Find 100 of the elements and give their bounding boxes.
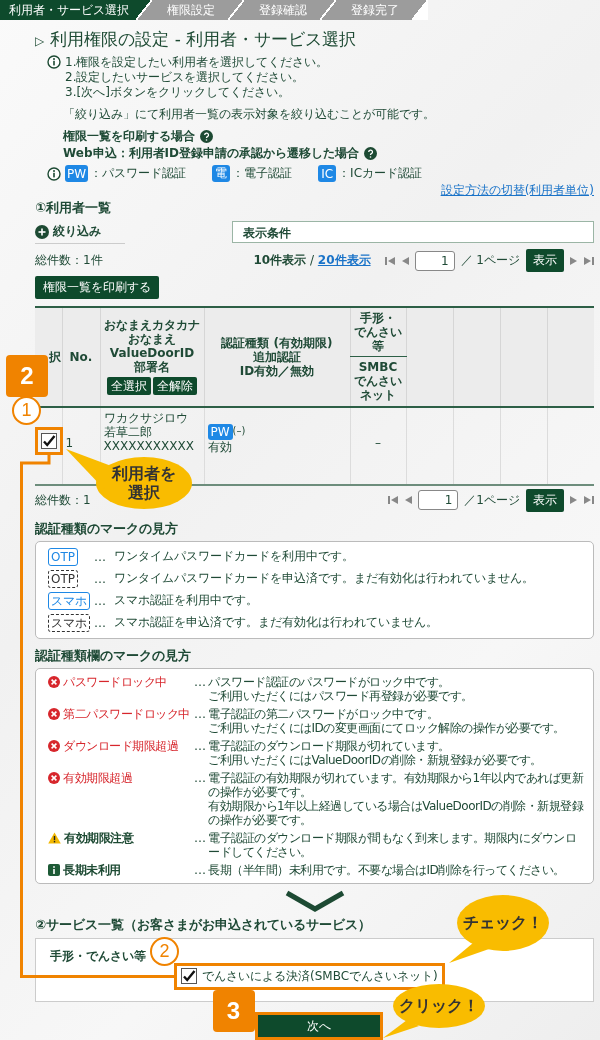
column-header: 等 — [371, 339, 385, 353]
ellipsis-text: … — [194, 706, 207, 721]
auth-label: ：パスワード認証 — [90, 165, 187, 182]
auth-label: ：ICカード認証 — [338, 165, 423, 182]
callout-text: クリック！ — [398, 996, 479, 1015]
status-label: 第二パスワードロック中 — [63, 706, 190, 721]
filter-button[interactable]: 絞り込み — [35, 220, 125, 244]
info-icon — [48, 863, 60, 876]
legend-text: スマホ認証を申込済です。まだ有効化は行われていません。 — [114, 614, 439, 631]
ellipsis-text: … — [194, 830, 207, 845]
column-header: SMBC — [357, 360, 399, 375]
legend-text: パスワード認証のパスワードがロック中です。 — [208, 674, 451, 689]
column-header: ID有効／無効 — [238, 363, 316, 378]
header-button[interactable]: 全選択 — [107, 377, 151, 396]
checkbox[interactable] — [181, 968, 197, 984]
column-header: 追加認証 — [252, 349, 302, 364]
total-count-text: 総件数：1件 — [35, 252, 103, 269]
show-button[interactable]: 表示 — [526, 488, 564, 512]
auth-badge: PW — [65, 165, 89, 182]
status-label: 長期未利用 — [63, 862, 121, 877]
next-page-icon[interactable] — [570, 495, 578, 505]
legend-text: 電子認証の第二パスワードがロック中です。 — [208, 706, 439, 721]
status-label: 有効期限注意 — [64, 830, 133, 845]
plus-icon — [35, 224, 49, 239]
page-size-link[interactable]: 20件表示 — [317, 253, 371, 267]
mark-icon: スマホ — [48, 613, 90, 632]
last-page-icon[interactable] — [584, 495, 594, 505]
help-label: Web申込：利用者ID登録申請の承認から遷移した場合 — [63, 145, 359, 162]
legend-text: ご利用いただくにはValueDoorIDの削除・新規登録が必要です。 — [208, 752, 543, 767]
instruction-text: 3.[次へ]ボタンをクリックしてください。 — [65, 85, 291, 100]
next-page-icon[interactable] — [570, 255, 578, 266]
mark-icon: OTP — [48, 569, 78, 588]
auth-note: (–) — [232, 424, 246, 436]
ellipsis-text: … — [94, 615, 107, 630]
total-count-text: 総件数：1 — [35, 491, 91, 509]
ellipsis-text: … — [94, 593, 107, 608]
column-header: ネット — [359, 388, 397, 403]
step-number-badge: 2 — [6, 354, 48, 397]
ellipsis-text: … — [194, 770, 207, 785]
info-icon — [47, 166, 61, 181]
legend-text: スマホ認証を利用中です。 — [114, 592, 259, 609]
page-number-field[interactable]: 1 — [414, 250, 455, 271]
previous-page-icon[interactable] — [404, 495, 413, 505]
status-text: 有効 — [207, 439, 233, 454]
checkbox[interactable] — [41, 432, 57, 449]
status-label: 有効期限超過 — [63, 770, 132, 785]
header-button[interactable]: 全解除 — [153, 377, 197, 396]
auth-badge: 電 — [212, 165, 231, 182]
conditions-panel[interactable]: 表示条件 — [232, 221, 594, 243]
switch-link[interactable]: 設定方法の切替(利用者単位) — [440, 183, 594, 197]
last-page-icon[interactable] — [584, 255, 594, 266]
ellipsis-text: … — [194, 738, 207, 753]
page-title: 利用権限の設定 - 利用者・サービス選択 — [50, 28, 357, 50]
kana-text: ワカクサジロウ — [103, 410, 189, 425]
name-text: 若草二郎 — [103, 424, 153, 439]
auth-badge: IC — [318, 165, 337, 182]
section-heading: 認証種類のマークの見方 — [35, 519, 178, 538]
page-number-field[interactable]: 1 — [418, 490, 459, 510]
legend-text: 電子認証の有効期限が切れています。有効期限から1年以内であれば更新の操作が必要です。 — [208, 770, 585, 799]
next-button[interactable]: 次へ — [257, 1014, 380, 1037]
page-size-current: 10件表示 — [253, 253, 307, 267]
print-button[interactable]: 権限一覧を印刷する — [35, 276, 159, 299]
status-label: ダウンロード期限超過 — [63, 738, 178, 753]
legend-text: 電子認証のダウンロード期限が間もなく到来します。期限内にダウンロードしてください。 — [208, 830, 577, 859]
legend-text: 電子認証のダウンロード期限が切れています。 — [208, 738, 451, 753]
callout-text: 選択 — [128, 482, 160, 502]
legend-text: 有効期限から1年以上経過している場合はValueDoorIDの削除・新規登録の操作が必要です。 — [208, 798, 585, 827]
first-page-icon[interactable] — [388, 495, 399, 505]
callout-text: 利用者を — [112, 463, 176, 483]
error-icon — [48, 707, 60, 720]
instruction-text: 2.設定したいサービスを選択してください。 — [65, 70, 306, 85]
column-header: 認証種類 (有効期限) — [220, 335, 334, 350]
column-header: No. — [68, 349, 94, 364]
ellipsis-text: … — [94, 549, 107, 564]
column-header: でんさい — [353, 325, 403, 339]
error-icon — [48, 771, 60, 784]
help-icon[interactable] — [363, 147, 377, 160]
step-tab[interactable]: 利用者・サービス選択 — [0, 0, 152, 20]
column-header: ValueDoorID — [108, 346, 196, 361]
previous-page-icon[interactable] — [400, 255, 409, 266]
warning-icon — [48, 831, 61, 844]
auth-label: ：電子認証 — [232, 165, 293, 182]
step-number-badge: 3 — [212, 989, 255, 1032]
first-page-icon[interactable] — [384, 255, 395, 266]
mark-icon: OTP — [48, 547, 78, 566]
legend-text: ワンタイムパスワードカードを利用中です。 — [114, 548, 355, 565]
show-button[interactable]: 表示 — [526, 249, 564, 272]
separator-text: / — [309, 253, 316, 267]
page-total-text: ／1ページ — [464, 491, 520, 509]
section-heading: 認証種類欄のマークの見方 — [35, 646, 191, 665]
option-label: でんさいによる決済(SMBCでんさいネット) — [202, 967, 438, 985]
group-label: 手形・でんさい等 — [50, 948, 146, 963]
ellipsis-text: … — [194, 862, 207, 877]
section-heading: ①利用者一覧 — [35, 199, 112, 217]
chevron-down-icon — [283, 889, 346, 912]
column-header: おなまえカタカナ — [103, 318, 201, 333]
table-cell: – — [375, 435, 381, 450]
id-text: XXXXXXXXXXX — [103, 438, 195, 453]
help-icon[interactable] — [200, 130, 213, 143]
help-label: 権限一覧を印刷する場合 — [63, 128, 195, 145]
